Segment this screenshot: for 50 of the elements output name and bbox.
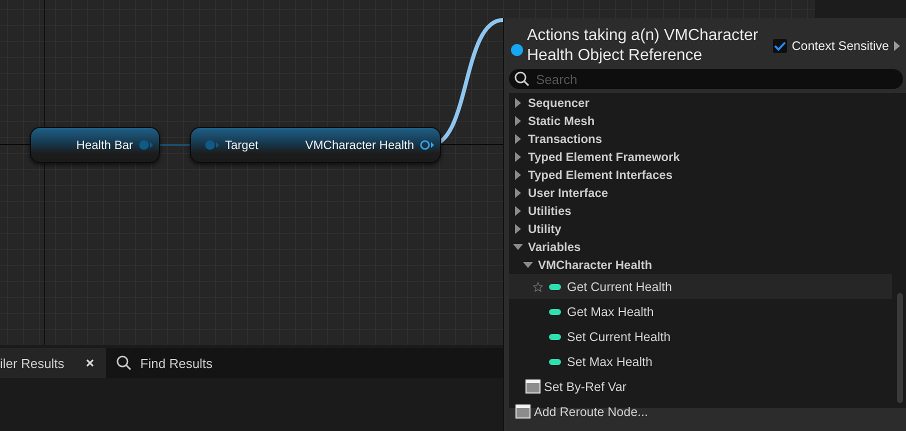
graph-node[interactable]: Target VMCharacter Health bbox=[190, 127, 441, 163]
pin-icon[interactable] bbox=[420, 139, 434, 151]
node-icon bbox=[515, 404, 531, 419]
expander-icon[interactable] bbox=[513, 188, 523, 198]
category-row[interactable]: VMCharacter Health bbox=[509, 256, 906, 274]
category-row[interactable]: Utility bbox=[509, 220, 906, 238]
pin-label: Target bbox=[225, 138, 258, 152]
close-icon[interactable] bbox=[86, 359, 94, 367]
category-row[interactable]: Static Mesh bbox=[509, 112, 906, 130]
menu-title: Actions taking a(n) VMCharacter Health Object Reference bbox=[527, 26, 760, 66]
expander-icon[interactable] bbox=[523, 260, 533, 270]
category-row[interactable]: Utilities bbox=[509, 202, 906, 220]
checkbox-label: Context Sensitive bbox=[792, 39, 889, 53]
context-checkbox[interactable] bbox=[772, 39, 787, 53]
pin-label: VMCharacter Health bbox=[305, 138, 414, 152]
category-row[interactable]: Variables bbox=[509, 238, 906, 256]
expander-icon[interactable] bbox=[513, 170, 523, 180]
panel-tab[interactable]: Find Results bbox=[106, 348, 225, 378]
action-row[interactable]: Get Max Health bbox=[509, 299, 906, 324]
action-row[interactable]: Get Current Health bbox=[509, 274, 892, 299]
expander-icon[interactable] bbox=[513, 242, 523, 252]
favorite-star-icon[interactable] bbox=[533, 282, 543, 292]
node-icon bbox=[525, 379, 541, 394]
action-row[interactable]: Set By-Ref Var bbox=[509, 374, 906, 399]
expander-icon[interactable] bbox=[513, 98, 523, 108]
expand-arrow-icon[interactable] bbox=[894, 41, 900, 51]
category-row[interactable]: Typed Element Framework bbox=[509, 148, 906, 166]
variable-pill-icon bbox=[549, 334, 561, 340]
expander-icon[interactable] bbox=[513, 152, 523, 162]
graph-node[interactable]: Health Bar bbox=[30, 127, 160, 163]
panel-tab[interactable]: iler Results bbox=[0, 348, 106, 378]
category-row[interactable]: Transactions bbox=[509, 130, 906, 148]
action-row[interactable]: Add Reroute Node... bbox=[509, 399, 906, 424]
variable-pill-icon bbox=[549, 308, 561, 314]
type-dot-icon bbox=[511, 44, 523, 56]
variable-pill-icon bbox=[549, 358, 561, 364]
action-row[interactable]: Set Max Health bbox=[509, 349, 906, 374]
category-row[interactable]: Typed Element Interfaces bbox=[509, 166, 906, 184]
category-row[interactable]: User Interface bbox=[509, 184, 906, 202]
expander-icon[interactable] bbox=[513, 134, 523, 144]
pin-label: Health Bar bbox=[76, 138, 133, 152]
category-row[interactable]: Sequencer bbox=[509, 94, 906, 112]
variable-pill-icon bbox=[549, 284, 561, 290]
expander-icon[interactable] bbox=[513, 224, 523, 234]
search-field[interactable]: Search bbox=[509, 69, 903, 89]
search-icon bbox=[116, 355, 132, 371]
scrollbar[interactable] bbox=[897, 293, 903, 403]
expander-icon[interactable] bbox=[513, 206, 523, 216]
action-row[interactable]: Set Current Health bbox=[509, 324, 906, 349]
expander-icon[interactable] bbox=[513, 116, 523, 126]
